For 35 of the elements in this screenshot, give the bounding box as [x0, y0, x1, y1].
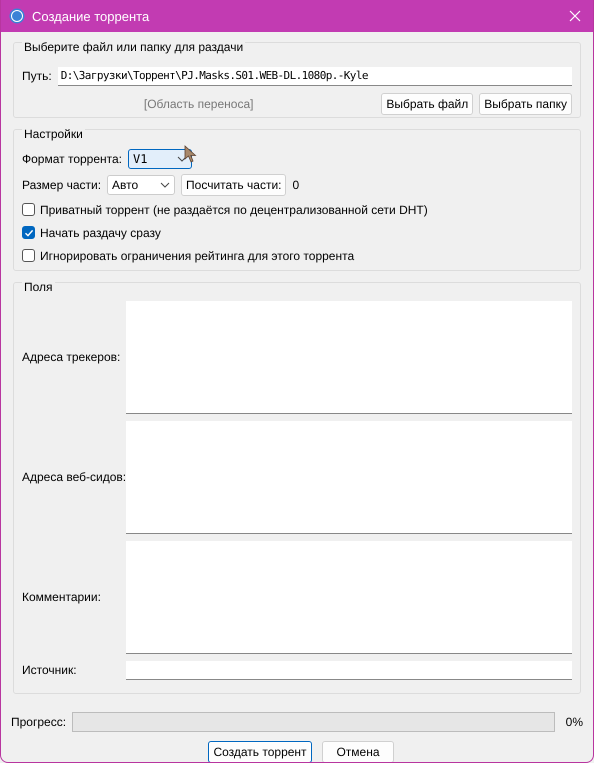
- field-label: Комментарии:: [22, 590, 102, 604]
- group-title: Выберите файл или папку для раздачи: [24, 40, 244, 54]
- field-label: Адреса трекеров:: [22, 350, 122, 364]
- checkbox-label: Игнорировать ограничения рейтинга для этого торрента: [40, 248, 354, 262]
- checkbox[interactable]: [22, 203, 35, 216]
- progress-label: Прогресс:: [11, 715, 66, 729]
- calculate-button[interactable]: Посчитать части:: [181, 174, 286, 196]
- choose-button[interactable]: Выбрать файл: [381, 93, 474, 115]
- checkbox[interactable]: [22, 226, 35, 239]
- format-label: Формат торрента:: [22, 152, 122, 166]
- path-field[interactable]: D:\Загрузки\Торрент\PJ.Masks.S01.WEB-DL.1080p.-Kyle: [58, 66, 572, 86]
- cancel-button[interactable]: Отмена: [322, 741, 394, 762]
- checkbox-label: Начать раздачу сразу: [40, 226, 161, 240]
- caret-icon: [177, 156, 188, 162]
- format-dropdown[interactable]: V1: [128, 149, 192, 169]
- path-label: Путь:: [22, 69, 52, 83]
- close-icon[interactable]: [569, 10, 581, 22]
- field-label: Адреса веб-сидов:: [22, 470, 126, 484]
- group-title: Настройки: [24, 127, 83, 141]
- group-title: Поля: [24, 280, 53, 294]
- create-button[interactable]: Создать торрент: [208, 741, 312, 762]
- drop-area[interactable]: [Область переноса]: [22, 97, 376, 111]
- mouse-cursor-icon: [184, 145, 198, 163]
- window-title: Создание торрента: [32, 8, 150, 24]
- field-label: Источник:: [22, 663, 78, 677]
- piece-count: 0: [292, 178, 300, 192]
- progress-reading: 0%: [564, 715, 583, 729]
- piece-size-dropdown[interactable]: Авто: [107, 175, 176, 195]
- caret-icon: [160, 182, 170, 188]
- checkbox[interactable]: [22, 249, 35, 262]
- checkbox-label: Приватный торрент (не раздаётся по децентрализованной сети DHT): [40, 202, 428, 216]
- piece-size-label: Размер части:: [22, 178, 102, 192]
- app-logo-icon: [9, 8, 25, 24]
- choose-button[interactable]: Выбрать папку: [479, 93, 572, 115]
- input-field[interactable]: [126, 660, 572, 680]
